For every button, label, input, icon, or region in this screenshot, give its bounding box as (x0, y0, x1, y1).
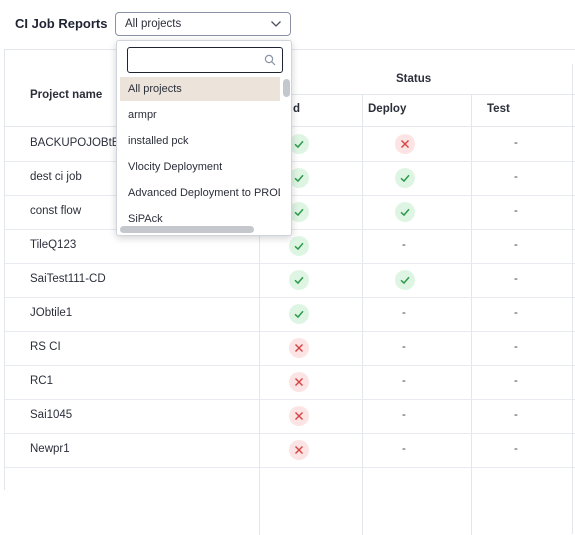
table-row[interactable]: Newpr1 - - (5, 433, 575, 468)
success-check-icon (289, 168, 309, 188)
column-header-build[interactable]: d (293, 103, 300, 115)
page-title: CI Job Reports (15, 16, 108, 31)
chevron-down-icon (271, 21, 281, 27)
table-row[interactable]: RC1 - - (5, 365, 575, 400)
project-name-cell[interactable]: Newpr1 (30, 443, 70, 455)
column-header-project-name[interactable]: Project name (30, 89, 102, 101)
success-check-icon (289, 202, 309, 222)
success-check-icon (289, 270, 309, 290)
dropdown-option[interactable]: All projects (120, 77, 280, 101)
search-icon (264, 54, 276, 66)
deploy-status-empty: - (402, 375, 406, 387)
project-select[interactable]: All projects (115, 12, 291, 36)
table-row[interactable]: JObtile1 - - (5, 297, 575, 332)
test-status-empty: - (514, 137, 518, 149)
dropdown-option[interactable]: installed pck (120, 129, 280, 153)
dropdown-search-input[interactable] (132, 51, 260, 71)
success-check-icon (395, 168, 415, 188)
failure-x-icon (289, 406, 309, 426)
dropdown-option[interactable]: Vlocity Deployment (120, 155, 280, 179)
dropdown-options-list: All projects armpr installed pck Vlocity De… (117, 77, 281, 227)
project-select-value: All projects (125, 18, 182, 30)
success-check-icon (289, 134, 309, 154)
dropdown-option[interactable]: Advanced Deployment to PROD (120, 181, 280, 205)
deploy-status-empty: - (402, 239, 406, 251)
failure-x-icon (289, 338, 309, 358)
deploy-status-empty: - (402, 409, 406, 421)
test-status-empty: - (514, 205, 518, 217)
success-check-icon (289, 304, 309, 324)
test-status-empty: - (514, 171, 518, 183)
success-check-icon (289, 236, 309, 256)
table-row[interactable]: SaiTest111-CD - (5, 263, 575, 298)
project-name-cell[interactable]: RS CI (30, 341, 61, 353)
test-status-empty: - (514, 375, 518, 387)
test-status-empty: - (514, 273, 518, 285)
project-name-cell[interactable]: TileQ123 (30, 239, 76, 251)
success-check-icon (395, 270, 415, 290)
project-name-cell[interactable]: SaiTest111-CD (30, 273, 106, 285)
column-header-status: Status (396, 73, 432, 85)
column-header-test[interactable]: Test (487, 103, 510, 115)
column-header-deploy[interactable]: Deploy (368, 103, 406, 115)
project-dropdown[interactable]: All projects armpr installed pck Vlocity De… (116, 40, 292, 236)
table-row[interactable]: Sai1045 - - (5, 399, 575, 434)
deploy-status-empty: - (402, 443, 406, 455)
deploy-status-empty: - (402, 307, 406, 319)
vertical-scrollbar-thumb[interactable] (283, 79, 290, 97)
table-row[interactable]: RS CI - - (5, 331, 575, 366)
failure-x-icon (395, 134, 415, 154)
test-status-empty: - (514, 409, 518, 421)
project-name-cell[interactable]: RC1 (30, 375, 53, 387)
test-status-empty: - (514, 307, 518, 319)
success-check-icon (395, 202, 415, 222)
project-name-cell[interactable]: Sai1045 (30, 409, 72, 421)
failure-x-icon (289, 440, 309, 460)
project-name-cell[interactable]: JObtile1 (30, 307, 72, 319)
dropdown-option[interactable]: armpr (120, 103, 280, 127)
dropdown-horizontal-scrollbar[interactable] (120, 226, 254, 233)
failure-x-icon (289, 372, 309, 392)
project-name-cell[interactable]: dest ci job (30, 171, 82, 183)
project-name-cell[interactable]: const flow (30, 205, 81, 217)
test-status-empty: - (514, 239, 518, 251)
dropdown-option[interactable]: SiPAck (120, 207, 280, 227)
header-divider (259, 94, 575, 95)
dropdown-vertical-scrollbar[interactable] (282, 77, 291, 223)
test-status-empty: - (514, 443, 518, 455)
test-status-empty: - (514, 341, 518, 353)
deploy-status-empty: - (402, 341, 406, 353)
dropdown-search-field[interactable] (127, 47, 283, 73)
